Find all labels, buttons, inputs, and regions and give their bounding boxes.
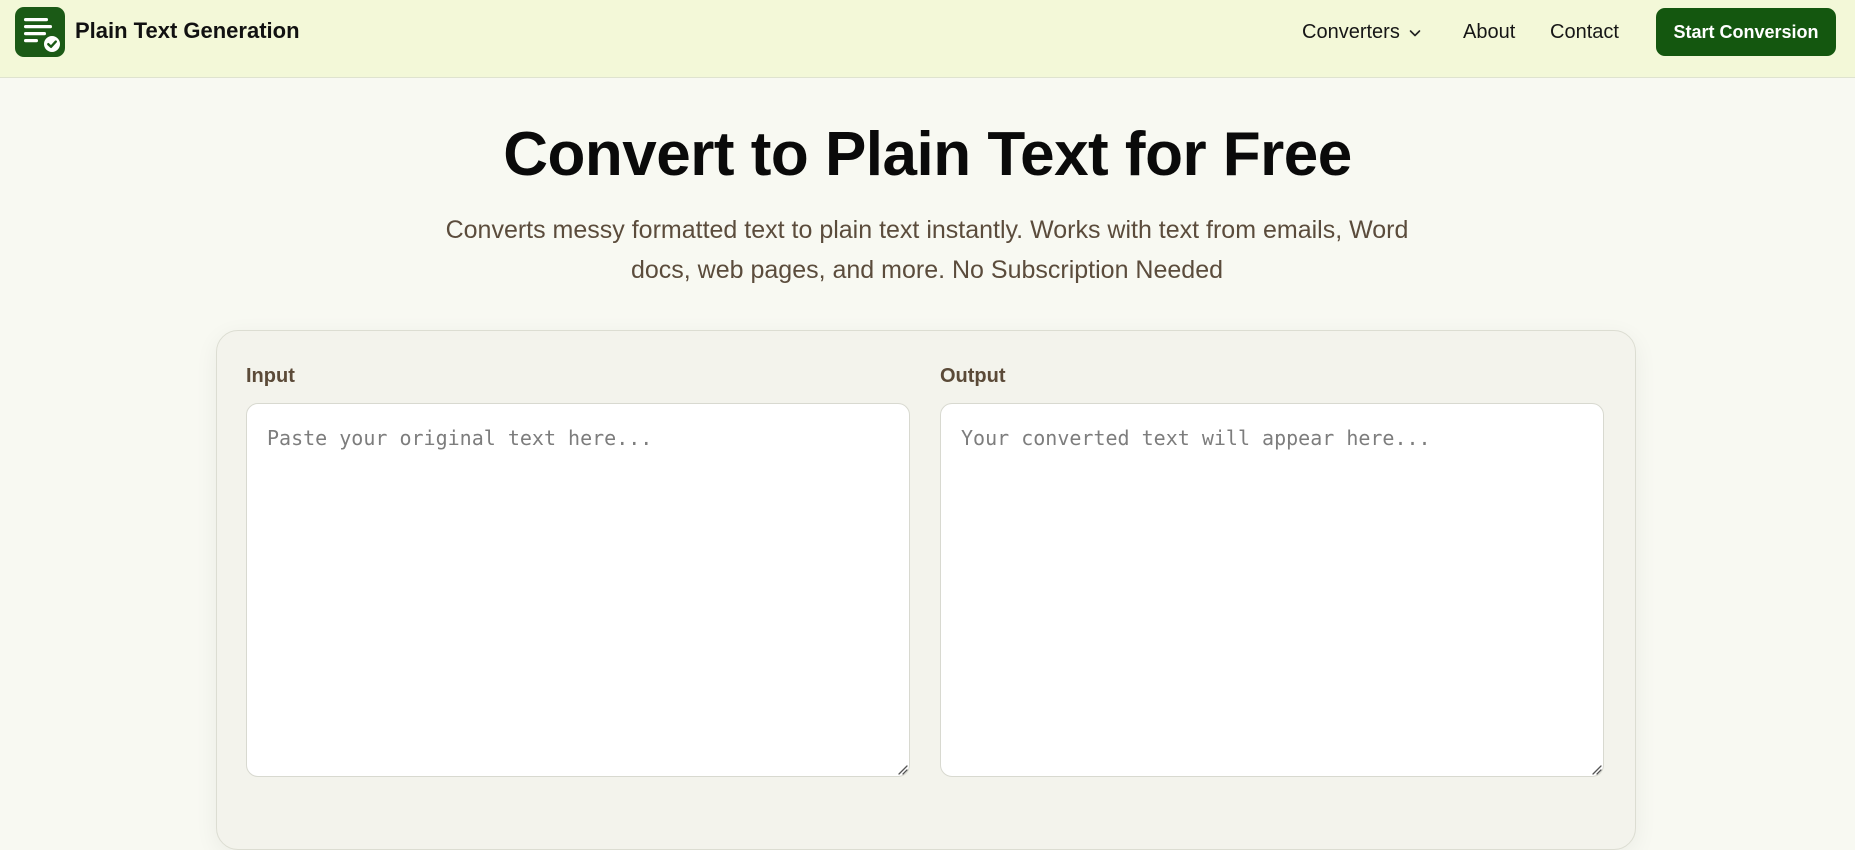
nav-about[interactable]: About: [1463, 20, 1515, 44]
output-textarea[interactable]: [940, 403, 1604, 777]
chevron-down-icon: [1409, 30, 1421, 37]
input-label: Input: [246, 365, 295, 387]
output-label: Output: [940, 365, 1006, 387]
input-textarea[interactable]: [246, 403, 910, 777]
nav-converters[interactable]: Converters: [1302, 20, 1422, 44]
start-conversion-button[interactable]: Start Conversion: [1656, 8, 1836, 56]
text-check-icon[interactable]: [15, 7, 65, 57]
nav-contact[interactable]: Contact: [1550, 20, 1619, 44]
site-header: Plain Text Generation Converters About C…: [0, 0, 1855, 78]
page-subtitle: Converts messy formatted text to plain t…: [445, 216, 1409, 284]
nav-converters-label: Converters: [1302, 21, 1400, 43]
output-resize-handle-icon[interactable]: [1590, 763, 1602, 775]
page-title: Convert to Plain Text for Free: [503, 120, 1352, 189]
brand-name[interactable]: Plain Text Generation: [75, 18, 300, 44]
input-resize-handle-icon[interactable]: [896, 763, 908, 775]
